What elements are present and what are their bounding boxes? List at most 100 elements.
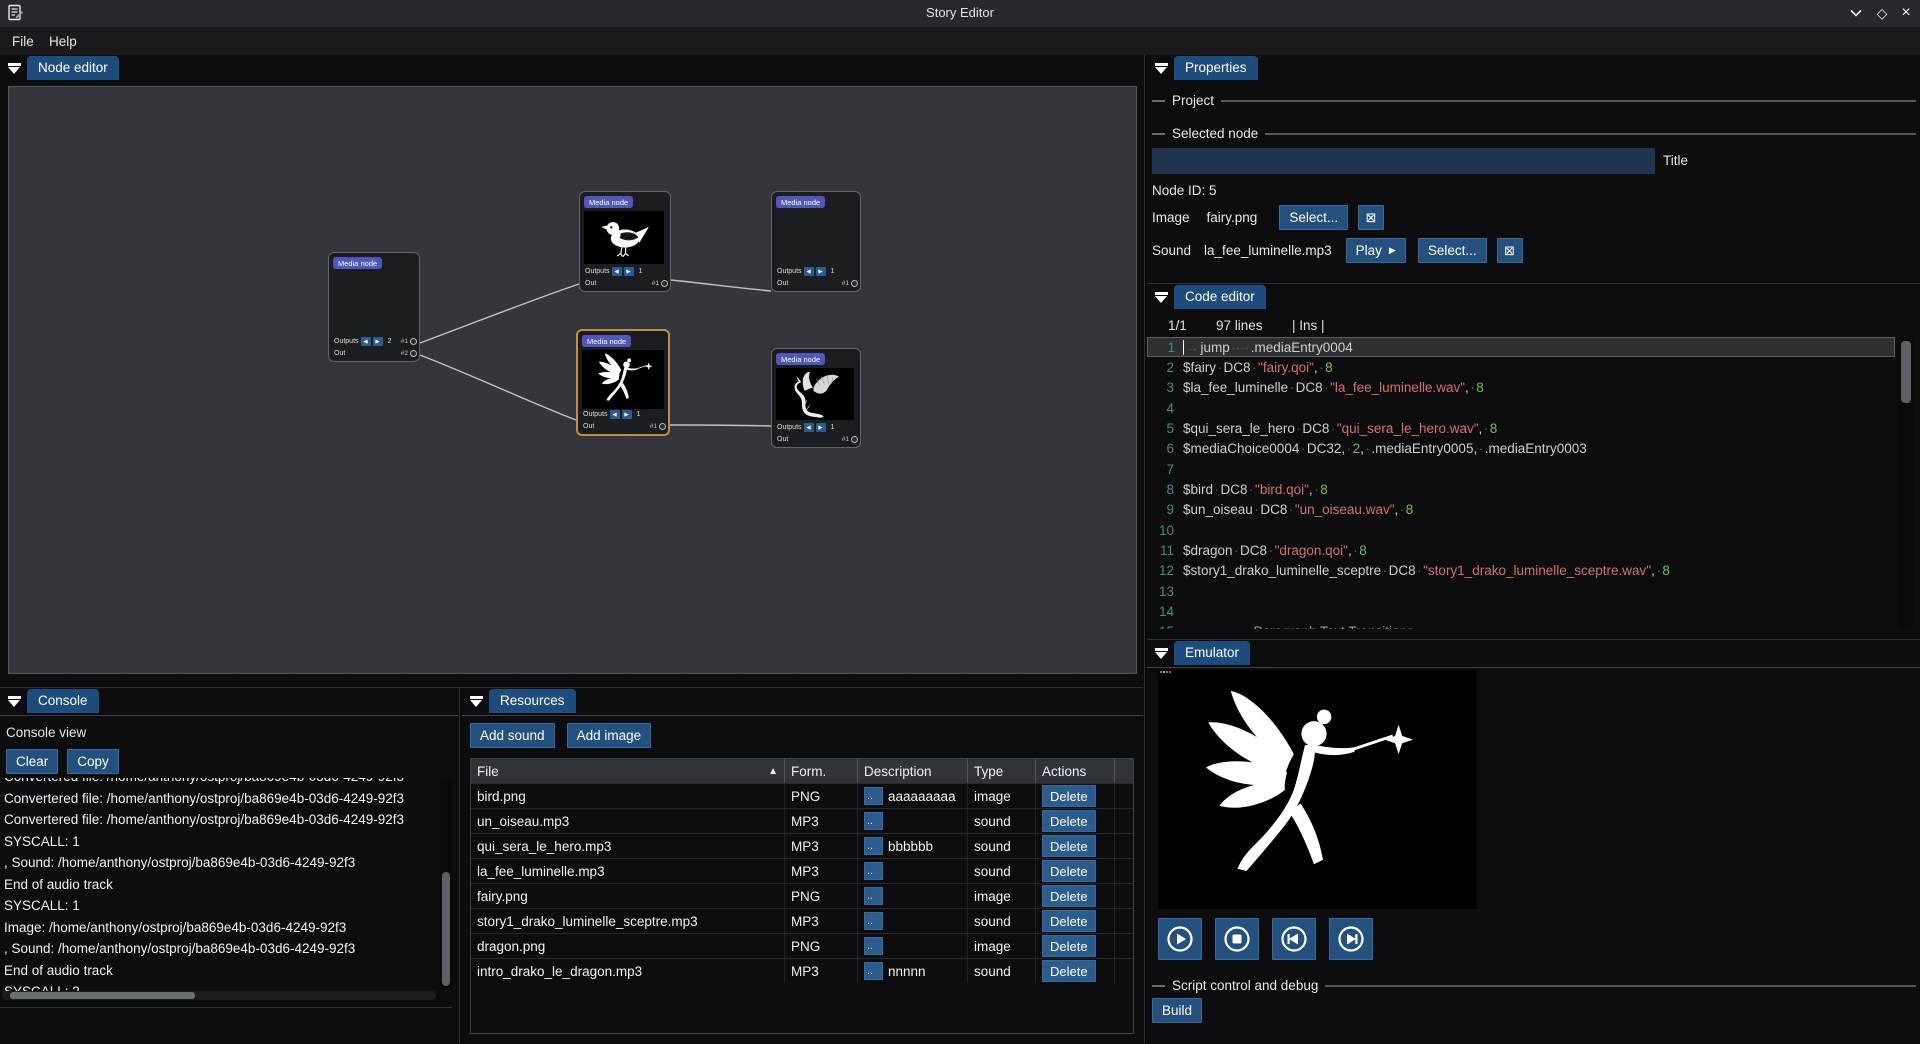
edit-description-button[interactable]: ..: [864, 912, 883, 930]
edge-node-0-port-2-to-node-3[interactable]: [420, 355, 576, 420]
maximize-button[interactable]: ◇: [1872, 4, 1892, 22]
edge-node-1-port-1-to-node-2[interactable]: [671, 280, 771, 291]
code-line[interactable]: 11$dragon·DC8·"dragon.qoi",·8: [1147, 540, 1899, 560]
node-canvas[interactable]: Media nodeOutputs◀▶2Out#1#2Media nodeOut…: [8, 86, 1137, 674]
menu-file[interactable]: File: [6, 32, 40, 51]
table-row[interactable]: dragon.pngPNG..imageDelete: [471, 933, 1133, 958]
column-header-type[interactable]: Type: [968, 759, 1036, 783]
table-row[interactable]: la_fee_luminelle.mp3MP3..soundDelete: [471, 858, 1133, 883]
tab-console[interactable]: Console: [27, 689, 99, 713]
tab-resources[interactable]: Resources: [489, 689, 576, 713]
output-port-2[interactable]: #2: [401, 350, 417, 357]
output-port-1[interactable]: #1: [652, 280, 668, 287]
outputs-increase-button[interactable]: ▶: [816, 423, 826, 432]
collapse-icon[interactable]: [7, 63, 22, 74]
code-line[interactable]: 4: [1147, 398, 1899, 418]
delete-button[interactable]: Delete: [1042, 835, 1096, 857]
delete-button[interactable]: Delete: [1042, 885, 1096, 907]
console-log[interactable]: Convertered file: /home/anthony/ostproj/…: [4, 778, 436, 1000]
code-line[interactable]: 13: [1147, 581, 1899, 601]
media-node-1[interactable]: Media nodeOutputs◀▶1Out#1: [579, 191, 671, 292]
stop-button[interactable]: [1215, 918, 1259, 960]
delete-button[interactable]: Delete: [1042, 785, 1096, 807]
code-line[interactable]: 15···············Paragraph Text Transiti…: [1147, 622, 1899, 629]
table-row[interactable]: fairy.pngPNG..imageDelete: [471, 883, 1133, 908]
delete-button[interactable]: Delete: [1042, 860, 1096, 882]
clear-button[interactable]: Clear: [6, 749, 58, 774]
sound-select-button[interactable]: Select...: [1418, 238, 1487, 263]
delete-button[interactable]: Delete: [1042, 810, 1096, 832]
outputs-increase-button[interactable]: ▶: [373, 337, 383, 346]
play-button[interactable]: [1158, 918, 1202, 960]
outputs-decrease-button[interactable]: ◀: [612, 267, 622, 276]
delete-button[interactable]: Delete: [1042, 910, 1096, 932]
step-forward-button[interactable]: [1329, 918, 1373, 960]
copy-button[interactable]: Copy: [67, 749, 119, 774]
console-hscrollbar[interactable]: [2, 991, 436, 1000]
outputs-increase-button[interactable]: ▶: [624, 267, 634, 276]
image-select-button[interactable]: Select...: [1279, 205, 1348, 230]
code-line[interactable]: 12$story1_drako_luminelle_sceptre·DC8·"s…: [1147, 561, 1899, 581]
tab-properties[interactable]: Properties: [1174, 56, 1258, 80]
edge-node-3-port-1-to-node-4[interactable]: [670, 425, 771, 426]
close-button[interactable]: ×: [1896, 4, 1916, 22]
output-port-1[interactable]: #1: [401, 338, 417, 345]
console-vscrollbar[interactable]: [440, 780, 452, 988]
column-header-form[interactable]: Form.: [785, 759, 858, 783]
image-clear-button[interactable]: ⊠: [1358, 205, 1384, 230]
code-editor-area[interactable]: 1→jump····.mediaEntry00042$fairy·DC8·"fa…: [1147, 337, 1899, 629]
add-image-button[interactable]: Add image: [567, 723, 652, 748]
outputs-increase-button[interactable]: ▶: [622, 410, 632, 419]
table-row[interactable]: qui_sera_le_hero.mp3MP3..bbbbbbsoundDele…: [471, 833, 1133, 858]
sound-clear-button[interactable]: ⊠: [1497, 238, 1523, 263]
media-node-0[interactable]: Media nodeOutputs◀▶2Out#1#2: [328, 252, 420, 362]
code-line[interactable]: 2$fairy·DC8·"fairy.qoi",·8: [1147, 357, 1899, 377]
sound-play-button[interactable]: Play ▶: [1346, 238, 1406, 263]
add-sound-button[interactable]: Add sound: [470, 723, 555, 748]
edit-description-button[interactable]: ..: [864, 787, 883, 805]
step-back-button[interactable]: [1272, 918, 1316, 960]
output-port-1[interactable]: #1: [842, 280, 858, 287]
outputs-increase-button[interactable]: ▶: [816, 267, 826, 276]
title-input[interactable]: [1152, 148, 1655, 174]
code-line[interactable]: 9$un_oiseau·DC8·"un_oiseau.wav",·8: [1147, 500, 1899, 520]
outputs-decrease-button[interactable]: ◀: [804, 423, 814, 432]
outputs-decrease-button[interactable]: ◀: [361, 337, 371, 346]
code-line[interactable]: 10: [1147, 520, 1899, 540]
edit-description-button[interactable]: ..: [864, 937, 883, 955]
tab-code-editor[interactable]: Code editor: [1174, 285, 1266, 309]
code-line[interactable]: 1→jump····.mediaEntry0004: [1147, 337, 1895, 357]
code-line[interactable]: 14: [1147, 601, 1899, 621]
code-line[interactable]: 6$mediaChoice0004·DC32,·2,·.mediaEntry00…: [1147, 439, 1899, 459]
media-node-4[interactable]: Media nodeOutputs◀▶1Out#1: [771, 348, 861, 448]
edge-node-0-port-1-to-node-1[interactable]: [420, 284, 579, 343]
edit-description-button[interactable]: ..: [864, 862, 883, 880]
tab-node-editor[interactable]: Node editor: [27, 56, 119, 80]
output-port-1[interactable]: #1: [650, 423, 666, 430]
menu-help[interactable]: Help: [43, 32, 83, 51]
column-header-actions[interactable]: Actions: [1036, 759, 1115, 783]
table-row[interactable]: bird.pngPNG..aaaaaaaaaimageDelete: [471, 783, 1133, 808]
column-header-description[interactable]: Description: [858, 759, 968, 783]
tab-emulator[interactable]: Emulator: [1174, 641, 1250, 665]
minimize-button[interactable]: [1846, 4, 1866, 22]
code-vscrollbar[interactable]: [1899, 337, 1913, 629]
outputs-decrease-button[interactable]: ◀: [804, 267, 814, 276]
collapse-icon[interactable]: [1154, 648, 1169, 659]
media-node-3-selected[interactable]: Media nodeOutputs◀▶1Out#1: [576, 329, 670, 436]
collapse-icon[interactable]: [469, 696, 484, 707]
outputs-decrease-button[interactable]: ◀: [610, 410, 620, 419]
code-line[interactable]: 7: [1147, 459, 1899, 479]
column-header-file[interactable]: File▲: [471, 759, 785, 783]
edit-description-button[interactable]: ..: [864, 837, 883, 855]
edit-description-button[interactable]: ..: [864, 812, 883, 830]
edit-description-button[interactable]: ..: [864, 887, 883, 905]
table-row[interactable]: intro_drako_le_dragon.mp3MP3..nnnnnsound…: [471, 958, 1133, 983]
build-button[interactable]: Build: [1152, 998, 1202, 1023]
collapse-icon[interactable]: [1154, 63, 1169, 74]
delete-button[interactable]: Delete: [1042, 960, 1096, 982]
table-row[interactable]: story1_drako_luminelle_sceptre.mp3MP3..s…: [471, 908, 1133, 933]
code-line[interactable]: 8$bird·DC8·"bird.qoi",·8: [1147, 479, 1899, 499]
code-line[interactable]: 5$qui_sera_le_hero·DC8·"qui_sera_le_hero…: [1147, 418, 1899, 438]
media-node-2[interactable]: Media nodeOutputs◀▶1Out#1: [771, 191, 861, 292]
